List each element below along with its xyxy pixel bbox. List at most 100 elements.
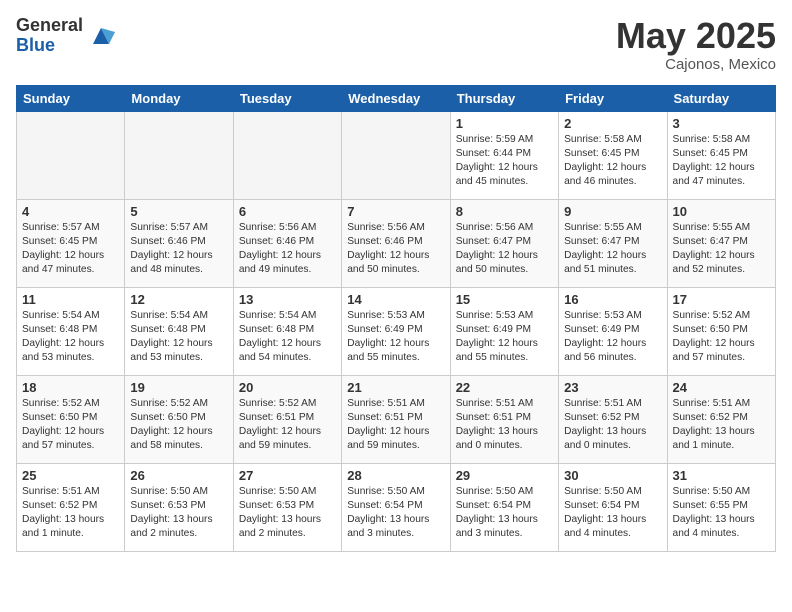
day-number: 5	[130, 204, 227, 219]
calendar-cell: 17 Sunrise: 5:52 AM Sunset: 6:50 PM Dayli…	[667, 287, 775, 375]
calendar-header-wednesday: Wednesday	[342, 85, 450, 111]
day-number: 2	[564, 116, 661, 131]
day-number: 21	[347, 380, 444, 395]
calendar-table: SundayMondayTuesdayWednesdayThursdayFrid…	[16, 85, 776, 552]
day-number: 20	[239, 380, 336, 395]
day-number: 11	[22, 292, 119, 307]
calendar-header-monday: Monday	[125, 85, 233, 111]
day-info: Sunrise: 5:51 AM Sunset: 6:51 PM Dayligh…	[456, 397, 553, 454]
day-number: 7	[347, 204, 444, 219]
calendar-cell: 5Sunrise: 5:57 AM Sunset: 6:46 PM Daylig…	[125, 199, 233, 287]
calendar-cell: 14Sunrise: 5:53 AM Sunset: 6:49 PM Dayli…	[342, 287, 450, 375]
logo-general: General	[16, 16, 83, 36]
calendar-header-saturday: Saturday	[667, 85, 775, 111]
day-number: 28	[347, 468, 444, 483]
day-info: Sunrise: 5:58 AM Sunset: 6:45 PM Dayligh…	[673, 133, 770, 190]
calendar-cell: 8Sunrise: 5:56 AM Sunset: 6:47 PM Daylig…	[450, 199, 558, 287]
calendar-cell: 24 Sunrise: 5:51 AM Sunset: 6:52 PM Dayli…	[667, 375, 775, 463]
calendar-cell: 9Sunrise: 5:55 AM Sunset: 6:47 PM Daylig…	[559, 199, 667, 287]
day-info: Sunrise: 5:52 AM Sunset: 6:50 PM Dayligh…	[130, 397, 227, 454]
day-info: Sunrise: 5:51 AM Sunset: 6:52 PM Dayligh…	[22, 485, 119, 542]
day-number: 14	[347, 292, 444, 307]
calendar-body: 1 Sunrise: 5:59 AM Sunset: 6:44 PM Daylig…	[17, 111, 776, 551]
day-number: 3	[673, 116, 770, 131]
day-number: 1	[456, 116, 553, 131]
calendar-header-sunday: Sunday	[17, 85, 125, 111]
day-info: Sunrise: 5:50 AM Sunset: 6:54 PM Dayligh…	[456, 485, 553, 542]
title-block: May 2025 Cajonos, Mexico	[616, 16, 776, 73]
day-number: 12	[130, 292, 227, 307]
day-info: Sunrise: 5:53 AM Sunset: 6:49 PM Dayligh…	[456, 309, 553, 366]
day-number: 17	[673, 292, 770, 307]
day-number: 9	[564, 204, 661, 219]
day-info: Sunrise: 5:57 AM Sunset: 6:45 PM Dayligh…	[22, 221, 119, 278]
day-info: Sunrise: 5:51 AM Sunset: 6:52 PM Dayligh…	[673, 397, 770, 454]
day-number: 10	[673, 204, 770, 219]
calendar-cell: 22 Sunrise: 5:51 AM Sunset: 6:51 PM Dayli…	[450, 375, 558, 463]
day-number: 18	[22, 380, 119, 395]
logo: General Blue	[16, 16, 115, 56]
calendar-cell	[233, 111, 341, 199]
day-number: 24	[673, 380, 770, 395]
day-info: Sunrise: 5:56 AM Sunset: 6:46 PM Dayligh…	[347, 221, 444, 278]
calendar-cell: 26Sunrise: 5:50 AM Sunset: 6:53 PM Dayli…	[125, 463, 233, 551]
calendar-cell: 23 Sunrise: 5:51 AM Sunset: 6:52 PM Dayli…	[559, 375, 667, 463]
day-number: 23	[564, 380, 661, 395]
day-info: Sunrise: 5:54 AM Sunset: 6:48 PM Dayligh…	[22, 309, 119, 366]
day-info: Sunrise: 5:52 AM Sunset: 6:50 PM Dayligh…	[22, 397, 119, 454]
page-header: General Blue May 2025 Cajonos, Mexico	[16, 16, 776, 73]
calendar-cell: 19 Sunrise: 5:52 AM Sunset: 6:50 PM Dayli…	[125, 375, 233, 463]
calendar-cell	[342, 111, 450, 199]
calendar-cell: 18 Sunrise: 5:52 AM Sunset: 6:50 PM Dayli…	[17, 375, 125, 463]
day-info: Sunrise: 5:52 AM Sunset: 6:51 PM Dayligh…	[239, 397, 336, 454]
calendar-cell: 25 Sunrise: 5:51 AM Sunset: 6:52 PM Dayli…	[17, 463, 125, 551]
calendar-cell: 7 Sunrise: 5:56 AM Sunset: 6:46 PM Daylig…	[342, 199, 450, 287]
calendar-cell: 30 Sunrise: 5:50 AM Sunset: 6:54 PM Dayli…	[559, 463, 667, 551]
location: Cajonos, Mexico	[616, 56, 776, 73]
day-info: Sunrise: 5:50 AM Sunset: 6:53 PM Dayligh…	[130, 485, 227, 542]
day-number: 30	[564, 468, 661, 483]
calendar-cell: 4 Sunrise: 5:57 AM Sunset: 6:45 PM Daylig…	[17, 199, 125, 287]
calendar-cell: 16 Sunrise: 5:53 AM Sunset: 6:49 PM Dayli…	[559, 287, 667, 375]
calendar-cell: 13Sunrise: 5:54 AM Sunset: 6:48 PM Dayli…	[233, 287, 341, 375]
calendar-cell	[17, 111, 125, 199]
day-number: 25	[22, 468, 119, 483]
day-number: 13	[239, 292, 336, 307]
day-number: 22	[456, 380, 553, 395]
day-info: Sunrise: 5:58 AM Sunset: 6:45 PM Dayligh…	[564, 133, 661, 190]
day-info: Sunrise: 5:53 AM Sunset: 6:49 PM Dayligh…	[564, 309, 661, 366]
calendar-cell: 11 Sunrise: 5:54 AM Sunset: 6:48 PM Dayli…	[17, 287, 125, 375]
day-info: Sunrise: 5:59 AM Sunset: 6:44 PM Dayligh…	[456, 133, 553, 190]
day-number: 4	[22, 204, 119, 219]
day-number: 29	[456, 468, 553, 483]
day-info: Sunrise: 5:50 AM Sunset: 6:53 PM Dayligh…	[239, 485, 336, 542]
calendar-header-friday: Friday	[559, 85, 667, 111]
day-info: Sunrise: 5:56 AM Sunset: 6:46 PM Dayligh…	[239, 221, 336, 278]
day-info: Sunrise: 5:50 AM Sunset: 6:54 PM Dayligh…	[347, 485, 444, 542]
calendar-cell: 10Sunrise: 5:55 AM Sunset: 6:47 PM Dayli…	[667, 199, 775, 287]
day-number: 16	[564, 292, 661, 307]
calendar-cell: 27Sunrise: 5:50 AM Sunset: 6:53 PM Dayli…	[233, 463, 341, 551]
day-info: Sunrise: 5:51 AM Sunset: 6:52 PM Dayligh…	[564, 397, 661, 454]
calendar-week-2: 4 Sunrise: 5:57 AM Sunset: 6:45 PM Daylig…	[17, 199, 776, 287]
calendar-cell: 29 Sunrise: 5:50 AM Sunset: 6:54 PM Dayli…	[450, 463, 558, 551]
logo-blue: Blue	[16, 36, 83, 56]
calendar-week-3: 11 Sunrise: 5:54 AM Sunset: 6:48 PM Dayli…	[17, 287, 776, 375]
day-info: Sunrise: 5:51 AM Sunset: 6:51 PM Dayligh…	[347, 397, 444, 454]
calendar-week-1: 1 Sunrise: 5:59 AM Sunset: 6:44 PM Daylig…	[17, 111, 776, 199]
day-info: Sunrise: 5:50 AM Sunset: 6:54 PM Dayligh…	[564, 485, 661, 542]
calendar-cell: 21 Sunrise: 5:51 AM Sunset: 6:51 PM Dayli…	[342, 375, 450, 463]
day-number: 19	[130, 380, 227, 395]
calendar-cell: 3 Sunrise: 5:58 AM Sunset: 6:45 PM Daylig…	[667, 111, 775, 199]
calendar-header-row: SundayMondayTuesdayWednesdayThursdayFrid…	[17, 85, 776, 111]
day-info: Sunrise: 5:54 AM Sunset: 6:48 PM Dayligh…	[130, 309, 227, 366]
day-info: Sunrise: 5:50 AM Sunset: 6:55 PM Dayligh…	[673, 485, 770, 542]
calendar-header-tuesday: Tuesday	[233, 85, 341, 111]
calendar-header-thursday: Thursday	[450, 85, 558, 111]
month-title: May 2025	[616, 16, 776, 56]
calendar-week-5: 25 Sunrise: 5:51 AM Sunset: 6:52 PM Dayli…	[17, 463, 776, 551]
calendar-cell: 20 Sunrise: 5:52 AM Sunset: 6:51 PM Dayli…	[233, 375, 341, 463]
calendar-cell: 15Sunrise: 5:53 AM Sunset: 6:49 PM Dayli…	[450, 287, 558, 375]
day-info: Sunrise: 5:52 AM Sunset: 6:50 PM Dayligh…	[673, 309, 770, 366]
calendar-cell: 6Sunrise: 5:56 AM Sunset: 6:46 PM Daylig…	[233, 199, 341, 287]
